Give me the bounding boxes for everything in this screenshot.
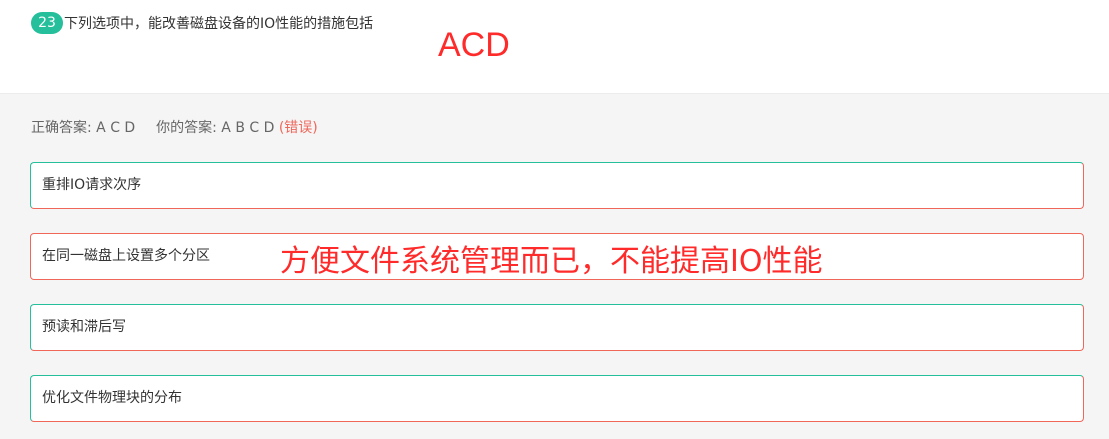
handwritten-answer-annotation: ACD — [438, 26, 510, 64]
handwritten-note-annotation: 方便文件系统管理而已，不能提高IO性能 — [280, 244, 823, 279]
option-label: 在同一磁盘上设置多个分区 — [42, 248, 210, 264]
option-d[interactable]: 优化文件物理块的分布 — [30, 375, 1084, 422]
option-a[interactable]: 重排IO请求次序 — [30, 162, 1084, 209]
correct-answer-label: 正确答案: — [31, 120, 92, 136]
result-status: (错误) — [278, 120, 318, 136]
option-label: 重排IO请求次序 — [42, 177, 142, 193]
option-label: 预读和滞后写 — [42, 319, 126, 335]
your-answer-value: A B C D — [221, 120, 275, 136]
question-number-badge: 23 — [31, 12, 63, 34]
option-c[interactable]: 预读和滞后写 — [30, 304, 1084, 351]
your-answer-label: 你的答案: — [156, 120, 217, 136]
option-label: 优化文件物理块的分布 — [42, 390, 182, 406]
answer-summary: 正确答案: A C D 你的答案: A B C D (错误) — [31, 118, 318, 138]
question-header: 23 下列选项中，能改善磁盘设备的IO性能的措施包括 ACD — [0, 0, 1109, 94]
correct-answer-value: A C D — [96, 120, 136, 136]
question-text: 下列选项中，能改善磁盘设备的IO性能的措施包括 — [64, 16, 374, 32]
